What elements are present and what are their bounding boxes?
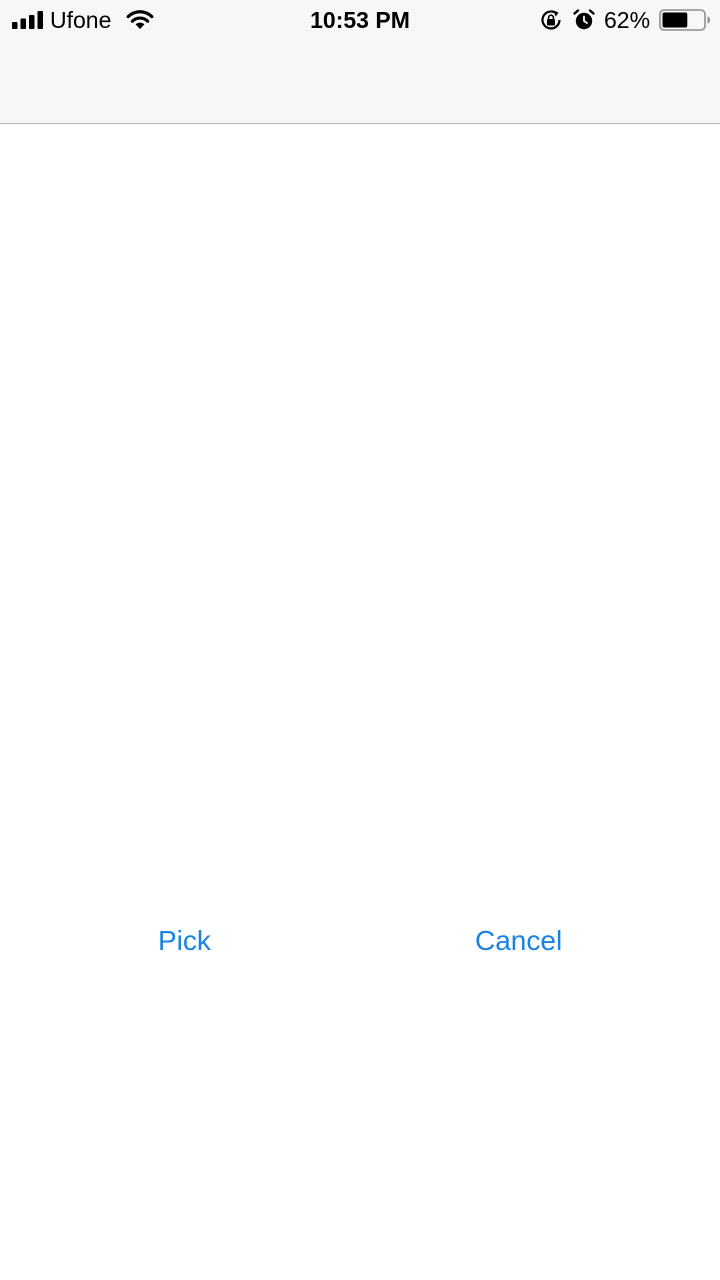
screen: Ufone 10:53 PM 62% Pick Cancel bbox=[0, 0, 720, 1280]
status-bar: Ufone 10:53 PM 62% bbox=[0, 0, 720, 40]
alarm-icon bbox=[573, 9, 595, 30]
pick-button[interactable]: Pick bbox=[158, 918, 211, 964]
cancel-button[interactable]: Cancel bbox=[475, 918, 562, 964]
navigation-bar: Ufone 10:53 PM 62% bbox=[0, 0, 720, 124]
battery-percentage: 62% bbox=[604, 7, 651, 33]
rotation-lock-icon bbox=[541, 10, 561, 30]
action-row: Pick Cancel bbox=[0, 918, 720, 964]
battery-icon bbox=[659, 9, 710, 31]
